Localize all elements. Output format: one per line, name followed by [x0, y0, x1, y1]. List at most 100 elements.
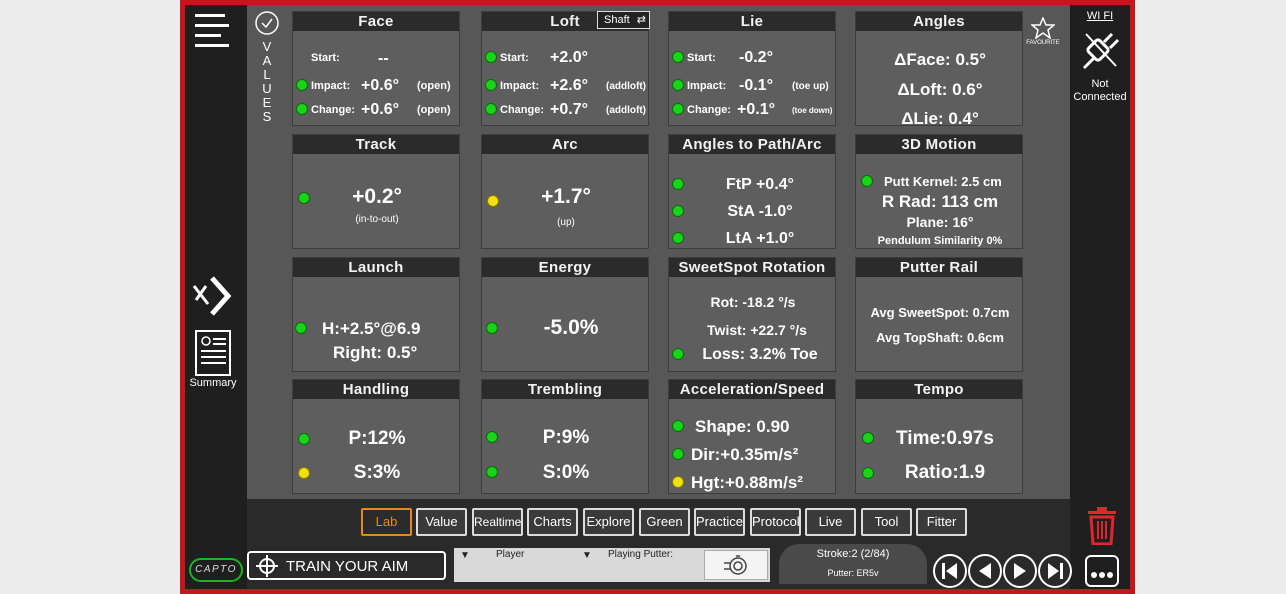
putt-kernel: Putt Kernel: 2.5 cm [884, 174, 1002, 189]
sweetspot-loss: Loss: 3.2% Toe [702, 346, 818, 363]
tab-tool[interactable]: Tool [861, 508, 912, 536]
trembling-s: S:0% [542, 462, 590, 483]
loft-change-value: +0.7° [550, 101, 588, 118]
angles-title: Angles [856, 12, 1022, 31]
angles-tile[interactable]: Angles ΔFace: 0.5° ΔLoft: 0.6° ΔLie: 0.4… [855, 11, 1023, 128]
tab-protocol[interactable]: Protocol [750, 508, 801, 536]
tools-arrow-icon[interactable] [190, 274, 234, 318]
loft-impact-dot [485, 79, 497, 91]
avg-sweetspot: Avg SweetSpot: 0.7cm [870, 305, 1010, 320]
summary-icon[interactable] [195, 330, 231, 376]
arc-tile[interactable]: Arc +1.7° (up) [481, 134, 649, 249]
face-change-value: +0.6° [361, 101, 399, 118]
motion3d-tile[interactable]: 3D Motion Putt Kernel: 2.5 cm R Rad: 113… [855, 134, 1023, 249]
launch-tile[interactable]: Launch H:+2.5°@6.9 Right: 0.5° [292, 257, 460, 372]
tab-lab[interactable]: Lab [361, 508, 412, 536]
loft-change-note: (addloft) [606, 105, 646, 116]
putter-name: Putter: ER5v [827, 568, 879, 578]
tempo-tile[interactable]: Tempo Time:0.97s Ratio:1.9 [855, 379, 1023, 494]
last-stroke-button[interactable] [1038, 554, 1072, 588]
lie-tile[interactable]: Lie Start: -0.2° Impact: -0.1° (toe up) … [668, 11, 836, 126]
accel-title: Acceleration/Speed [669, 380, 835, 399]
putter-image-button[interactable] [704, 550, 768, 580]
lie-impact-dot [672, 79, 684, 91]
lie-change-value: +0.1° [737, 101, 775, 118]
loft-change-dot [485, 103, 497, 115]
kernel-dot [861, 175, 873, 187]
favourite-label[interactable]: FAVOURITE [1022, 40, 1064, 46]
values-check-icon[interactable] [254, 10, 280, 36]
putter-rail-title: Putter Rail [856, 258, 1022, 277]
summary-label[interactable]: Summary [188, 377, 238, 389]
loft-change-label: Change: [500, 104, 544, 116]
trembling-tile[interactable]: Trembling P:9% S:0% [481, 379, 649, 494]
dir-dot [672, 448, 684, 460]
tempo-ratio: Ratio:1.9 [904, 462, 986, 483]
capto-logo[interactable]: CAPTO [189, 558, 243, 582]
first-stroke-button[interactable] [933, 554, 967, 588]
energy-value: -5.0% [543, 316, 599, 339]
face-change-dot [296, 103, 308, 115]
lie-impact-value: -0.1° [739, 77, 773, 94]
sweetspot-tile[interactable]: SweetSpot Rotation Rot: -18.2 °/s Twist:… [668, 257, 836, 372]
wifi-label[interactable]: WI FI [1070, 10, 1130, 22]
trembling-title: Trembling [482, 380, 648, 399]
trash-icon[interactable] [1086, 507, 1118, 546]
tab-value[interactable]: Value [416, 508, 467, 536]
angles-delta-face: ΔFace: 0.5° [894, 50, 986, 69]
lie-change-label: Change: [687, 104, 731, 116]
player-dropdown-icon: ▼ [460, 550, 470, 561]
tab-explore[interactable]: Explore [583, 508, 634, 536]
player-selector[interactable]: ▼ Player ▼ Playing Putter: [454, 548, 770, 582]
tab-live[interactable]: Live [805, 508, 856, 536]
launch-dot [295, 322, 307, 334]
crosshair-icon [256, 555, 278, 577]
sweetspot-rot: Rot: -18.2 °/s [710, 294, 796, 310]
lie-impact-label: Impact: [687, 80, 727, 92]
tab-charts[interactable]: Charts [527, 508, 578, 536]
track-tile[interactable]: Track +0.2° (in-to-out) [292, 134, 460, 249]
shaft-toggle-button[interactable]: Shaft ⇄ [597, 11, 650, 29]
accel-tile[interactable]: Acceleration/Speed Shape: 0.90 Dir:+0.35… [668, 379, 836, 494]
arc-title: Arc [482, 135, 648, 154]
tab-practice[interactable]: Practice [694, 508, 745, 536]
face-impact-dot [296, 79, 308, 91]
tempo-title: Tempo [856, 380, 1022, 399]
arc-value: +1.7° [541, 185, 591, 208]
putter-rail-tile[interactable]: Putter Rail Avg SweetSpot: 0.7cm Avg Top… [855, 257, 1023, 372]
menu-icon[interactable] [195, 14, 231, 48]
face-impact-value: +0.6° [361, 77, 399, 94]
face-tile[interactable]: Face Start: -- Impact: +0.6° (open) Chan… [292, 11, 460, 126]
angles-path-tile[interactable]: Angles to Path/Arc FtP +0.4° StA -1.0° L… [668, 134, 836, 249]
arc-note: (up) [557, 217, 575, 228]
sta-value: StA -1.0° [727, 203, 793, 220]
hgt-dot [672, 476, 684, 488]
sweetspot-twist: Twist: +22.7 °/s [707, 322, 807, 338]
energy-tile[interactable]: Energy -5.0% [481, 257, 649, 372]
more-button[interactable] [1085, 555, 1119, 587]
next-stroke-button[interactable] [1003, 554, 1037, 588]
tab-fitter[interactable]: Fitter [916, 508, 967, 536]
lie-change-note: (toe down) [792, 106, 833, 115]
train-your-aim-button[interactable]: TRAIN YOUR AIM [247, 551, 446, 580]
lie-start-dot [672, 51, 684, 63]
loft-start-label: Start: [500, 52, 529, 64]
lie-start-value: -0.2° [739, 49, 773, 66]
prev-stroke-button[interactable] [968, 554, 1002, 588]
angles-path-title: Angles to Path/Arc [669, 135, 835, 154]
plug-icon[interactable] [1080, 28, 1122, 72]
handling-title: Handling [293, 380, 459, 399]
face-impact-note: (open) [417, 80, 451, 92]
favourite-star-icon[interactable] [1029, 16, 1057, 40]
tab-green[interactable]: Green [639, 508, 690, 536]
sweetspot-title: SweetSpot Rotation [669, 258, 835, 277]
lie-start-label: Start: [687, 52, 716, 64]
handling-tile[interactable]: Handling P:12% S:3% [292, 379, 460, 494]
accel-dir: Dir:+0.35m/s² [691, 445, 799, 464]
values-label[interactable]: VALUES [261, 40, 273, 124]
face-start-label: Start: [311, 52, 340, 64]
launch-h: H:+2.5°@6.9 [322, 319, 421, 338]
tab-realtime[interactable]: Realtime [472, 508, 523, 536]
accel-shape: Shape: 0.90 [695, 417, 790, 436]
prev-icon [979, 563, 991, 579]
